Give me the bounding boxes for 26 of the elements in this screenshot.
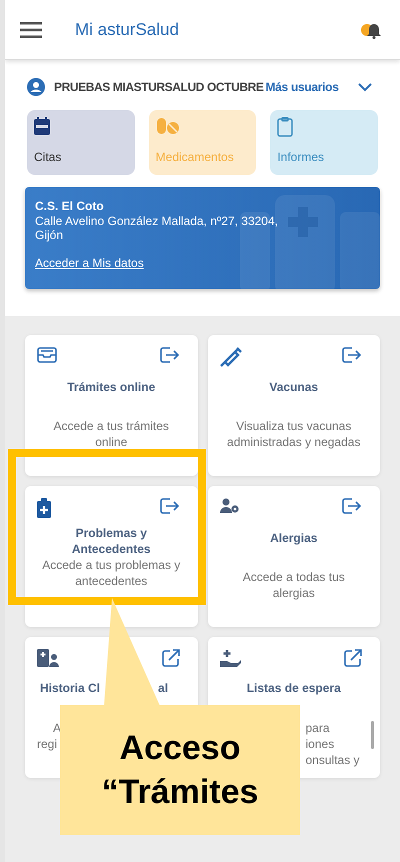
callout-text: “Trámites (102, 772, 258, 813)
card-title: Vacunas (268, 379, 320, 396)
card-title: Historia Cl (40, 680, 100, 697)
card-description: Accede a tus trámites (52, 418, 170, 434)
card-description: onsultas y (306, 752, 360, 768)
card-title: Listas de espera (246, 680, 342, 697)
card-description: Accede a todas tus (242, 569, 346, 585)
callout-text: Acceso (120, 728, 240, 769)
card-description: Visualiza tus vacunas (235, 418, 352, 434)
card-title: Antecedentes (70, 541, 152, 557)
user-name: PRUEBAS MIASTURSALUD OCTUBRE (54, 79, 264, 96)
card-description: iones (306, 736, 334, 752)
center-address: Calle Avelino González Mallada, nº27, 33204, Gijón (35, 214, 279, 242)
card-description: regi (37, 736, 58, 752)
card-title: al (158, 680, 168, 697)
card-description: para (306, 720, 330, 736)
card-description: alergias (272, 585, 316, 601)
app-title: Mi asturSalud (75, 18, 179, 41)
center-name: C.S. El Coto (35, 199, 105, 214)
card-description: online (94, 434, 128, 450)
card-description: antecedentes (74, 573, 148, 589)
card-title: Alergias (269, 530, 318, 547)
card-description: Accede a tus problemas y (41, 557, 182, 573)
card-description: administradas y negadas (226, 434, 362, 450)
card-title: Problemas y (74, 525, 148, 541)
card-title: Trámites online (66, 379, 156, 396)
